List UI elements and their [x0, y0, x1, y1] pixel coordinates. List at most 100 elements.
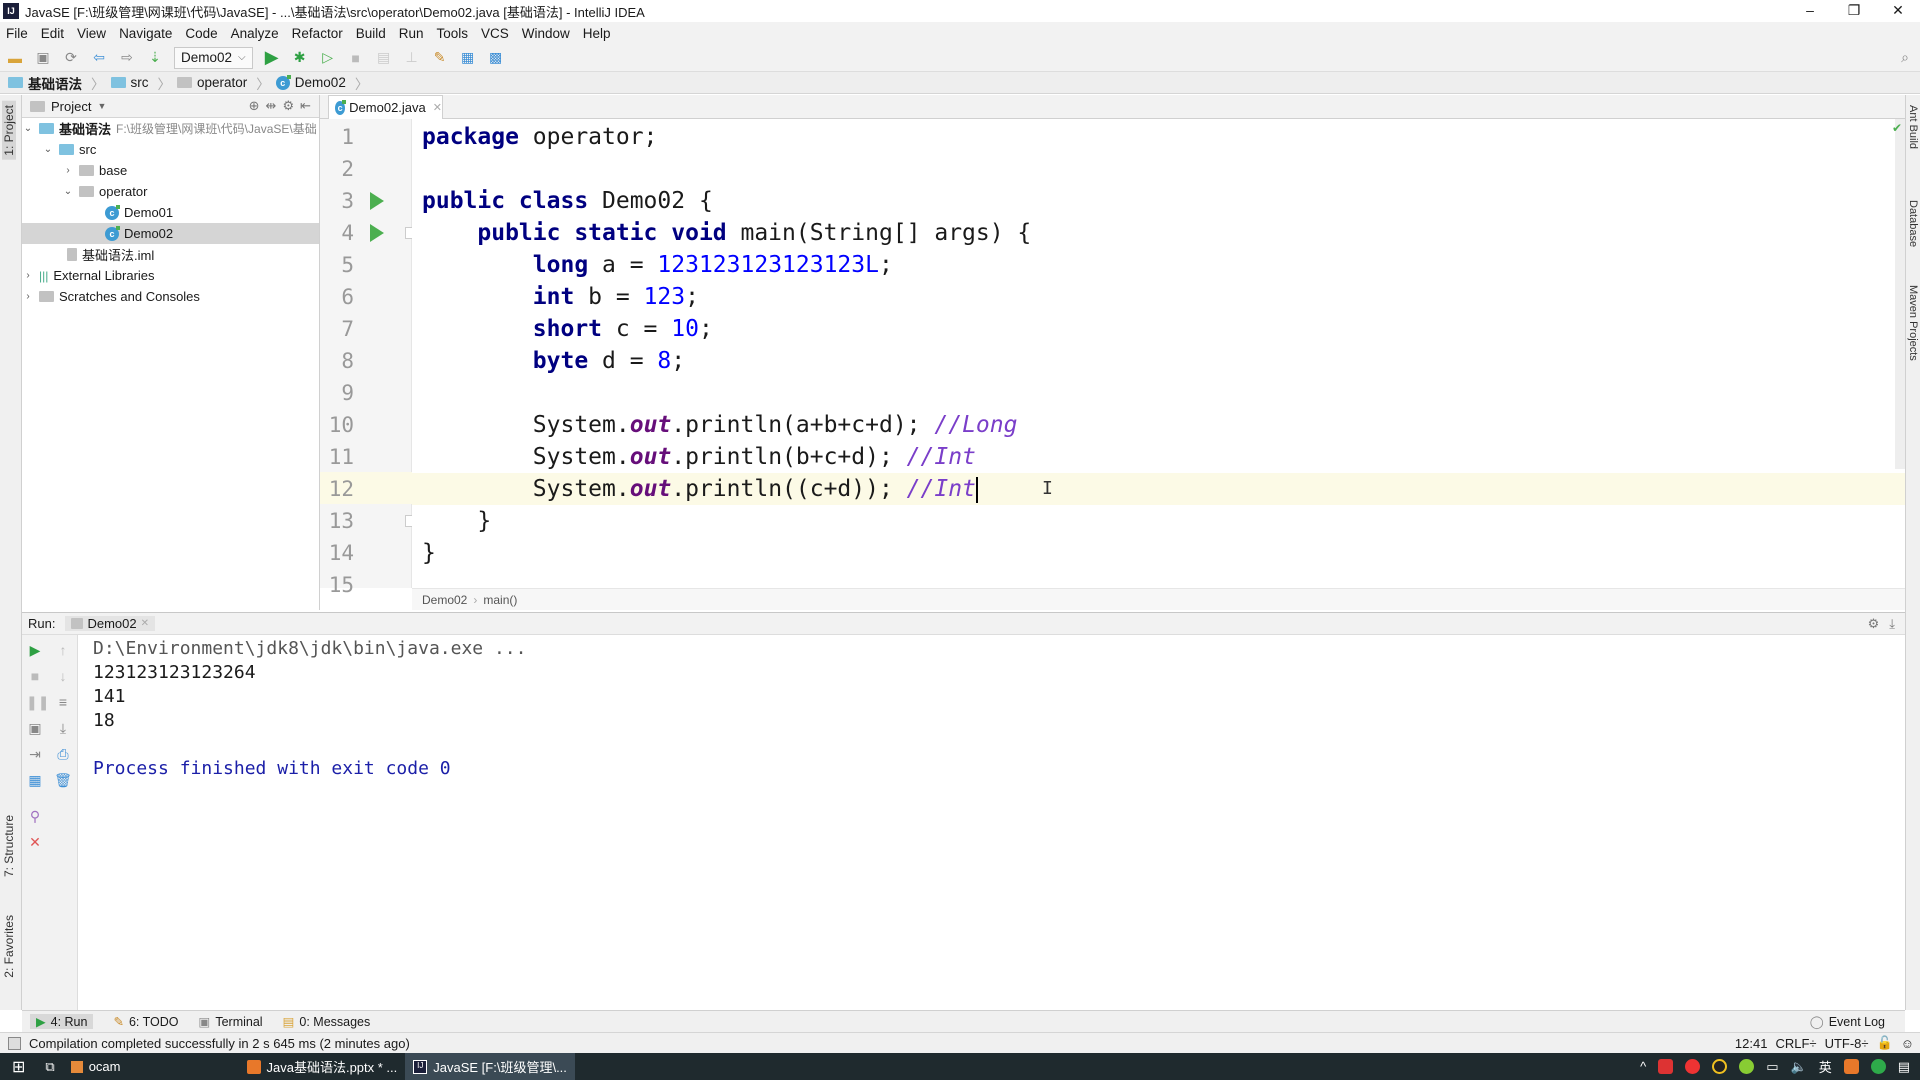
line-separator[interactable]: CRLF÷ — [1775, 1036, 1816, 1051]
tree-item-root[interactable]: ⌄ 基础语法 F:\班级管理\网课班\代码\JavaSE\基础 — [22, 118, 319, 139]
editor-scrollbar[interactable] — [1895, 119, 1905, 469]
chevron-right-icon[interactable]: › — [62, 165, 74, 176]
close-tab-icon[interactable]: ✕ — [141, 618, 149, 629]
breadcrumb-method[interactable]: main() — [483, 593, 517, 607]
breadcrumb-project[interactable]: 基础语法〉 — [8, 73, 105, 93]
stop-icon[interactable]: ■ — [347, 49, 365, 67]
run-icon[interactable]: ▶ — [263, 47, 281, 67]
tool-tab-database[interactable]: Database — [1907, 200, 1919, 247]
vcs-update-icon[interactable]: ▤ — [375, 49, 393, 67]
start-button[interactable]: ⊞ — [0, 1053, 37, 1080]
file-encoding[interactable]: UTF-8÷ — [1825, 1036, 1869, 1051]
chevron-right-icon[interactable]: › — [22, 270, 34, 281]
close-tab-icon[interactable]: ✕ — [433, 101, 442, 114]
dump-threads-icon[interactable]: ▣ — [26, 719, 44, 737]
layout-icon[interactable]: ▦ — [26, 771, 44, 789]
menu-navigate[interactable]: Navigate — [119, 26, 172, 41]
debug-icon[interactable]: ✱ — [291, 49, 309, 67]
menu-window[interactable]: Window — [522, 26, 570, 41]
pin-icon[interactable]: ⚲ — [26, 807, 44, 825]
run-class-gutter-icon[interactable] — [370, 192, 384, 210]
vcs-commit-icon[interactable]: ⊥ — [403, 49, 421, 67]
pause-icon[interactable]: ❚❚ — [26, 693, 49, 711]
tool-tab-project[interactable]: 1: Project — [2, 101, 16, 160]
gear-icon[interactable]: ⚙ — [1868, 616, 1880, 632]
menu-vcs[interactable]: VCS — [481, 26, 509, 41]
menu-analyze[interactable]: Analyze — [231, 26, 279, 41]
menu-code[interactable]: Code — [185, 26, 217, 41]
menu-help[interactable]: Help — [583, 26, 611, 41]
collapse-all-icon[interactable]: ⇹ — [266, 98, 277, 114]
tool-tab-event-log[interactable]: ◯ Event Log — [1810, 1014, 1885, 1030]
taskbar-item-intellij[interactable]: IJ JavaSE [F:\班级管理\... — [405, 1053, 575, 1080]
tree-item-demo02[interactable]: c Demo02 — [22, 223, 319, 244]
tool-tab-ant-build[interactable]: Ant Build — [1907, 105, 1919, 149]
chevron-down-icon[interactable]: ⌄ — [62, 186, 74, 197]
menu-tools[interactable]: Tools — [437, 26, 469, 41]
breadcrumb-demo02[interactable]: c Demo02 〉 — [275, 73, 368, 93]
scroll-to-end-icon[interactable]: ⤓ — [54, 719, 72, 737]
restore-button[interactable]: ❐ — [1832, 0, 1876, 22]
caret-position[interactable]: 12:41 — [1735, 1036, 1768, 1051]
project-view-selector[interactable]: Project — [51, 99, 91, 114]
tool-tab-messages[interactable]: ▤ 0: Messages — [283, 1014, 371, 1030]
menu-file[interactable]: File — [6, 26, 28, 41]
menu-run[interactable]: Run — [399, 26, 424, 41]
up-icon[interactable]: ↑ — [54, 641, 72, 659]
menu-build[interactable]: Build — [356, 26, 386, 41]
lock-icon[interactable]: 🔓 — [1877, 1035, 1893, 1051]
gear-icon[interactable]: ⚙ — [282, 98, 294, 114]
sync-icon[interactable]: ⟳ — [62, 49, 80, 67]
hide-panel-icon[interactable]: ⤓ — [1889, 616, 1895, 632]
menu-edit[interactable]: Edit — [41, 26, 64, 41]
editor-tab-demo02[interactable]: c Demo02.java ✕ — [328, 95, 443, 119]
print-icon[interactable]: ⎙ — [54, 745, 72, 763]
taskbar-item-ocam[interactable]: ocam — [63, 1053, 129, 1080]
tool-tab-run[interactable]: ▶ 4: Run — [30, 1014, 94, 1029]
tool-tab-structure[interactable]: 7: Structure — [2, 815, 16, 877]
network-icon[interactable]: ▭ — [1766, 1059, 1778, 1075]
stop-icon[interactable]: ■ — [26, 667, 44, 685]
minimize-button[interactable]: – — [1788, 0, 1832, 22]
hide-icon[interactable]: ⇤ — [300, 98, 311, 114]
taskbar-item-pptx[interactable]: Java基础语法.pptx * ... — [239, 1053, 406, 1080]
tree-item-iml[interactable]: 基础语法.iml — [22, 244, 319, 265]
search-icon[interactable]: ⌕ — [1896, 49, 1914, 67]
locate-icon[interactable]: ⊕ — [249, 98, 260, 114]
tool-tab-maven[interactable]: Maven Projects — [1907, 285, 1919, 361]
inspector-icon[interactable]: ☺ — [1901, 1036, 1914, 1051]
save-icon[interactable]: ▣ — [34, 49, 52, 67]
run-main-gutter-icon[interactable] — [370, 224, 384, 242]
menu-refactor[interactable]: Refactor — [292, 26, 343, 41]
netease-music-icon[interactable] — [1658, 1059, 1674, 1074]
build-icon[interactable]: ⇣ — [146, 49, 164, 67]
breadcrumb-class[interactable]: Demo02 — [422, 593, 467, 607]
tree-item-src[interactable]: ⌄ src — [22, 139, 319, 160]
tool-tab-favorites[interactable]: 2: Favorites — [2, 915, 16, 978]
tree-item-demo01[interactable]: c Demo01 — [22, 202, 319, 223]
clear-all-icon[interactable]: 🗑 — [54, 771, 72, 789]
code-editor[interactable]: package operator; public class Demo02 { … — [412, 119, 1905, 588]
ime-indicator[interactable]: 英 — [1819, 1057, 1832, 1076]
close-button[interactable]: ✕ — [1876, 0, 1920, 22]
tree-item-scratches[interactable]: › Scratches and Consoles — [22, 286, 319, 307]
chevron-down-icon[interactable]: ⌄ — [42, 144, 54, 155]
tree-item-operator[interactable]: ⌄ operator — [22, 181, 319, 202]
tool-tab-terminal[interactable]: ▣ Terminal — [199, 1014, 263, 1030]
console-output[interactable]: D:\Environment\jdk8\jdk\bin\java.exe ...… — [78, 635, 1905, 1010]
breadcrumb-operator[interactable]: operator 〉 — [177, 73, 270, 93]
menu-view[interactable]: View — [77, 26, 106, 41]
tasks-icon[interactable]: ▩ — [487, 49, 505, 67]
qq-icon[interactable] — [1712, 1059, 1728, 1074]
close-icon[interactable]: ✕ — [26, 833, 44, 851]
tool-tab-todo[interactable]: ✎ 6: TODO — [113, 1014, 178, 1030]
plus-icon[interactable] — [1739, 1059, 1755, 1074]
run-config-selector[interactable]: Demo02 ⌵ — [174, 46, 253, 69]
chevron-right-icon[interactable]: › — [22, 291, 34, 302]
tree-item-external-libraries[interactable]: › ||| External Libraries — [22, 265, 319, 286]
rerun-icon[interactable]: ▶ — [26, 641, 44, 659]
exit-icon[interactable]: ⇥ — [26, 745, 44, 763]
app-tray-icon[interactable] — [1870, 1059, 1886, 1074]
tree-item-base[interactable]: › base — [22, 160, 319, 181]
project-structure-icon[interactable]: ✎ — [431, 49, 449, 67]
